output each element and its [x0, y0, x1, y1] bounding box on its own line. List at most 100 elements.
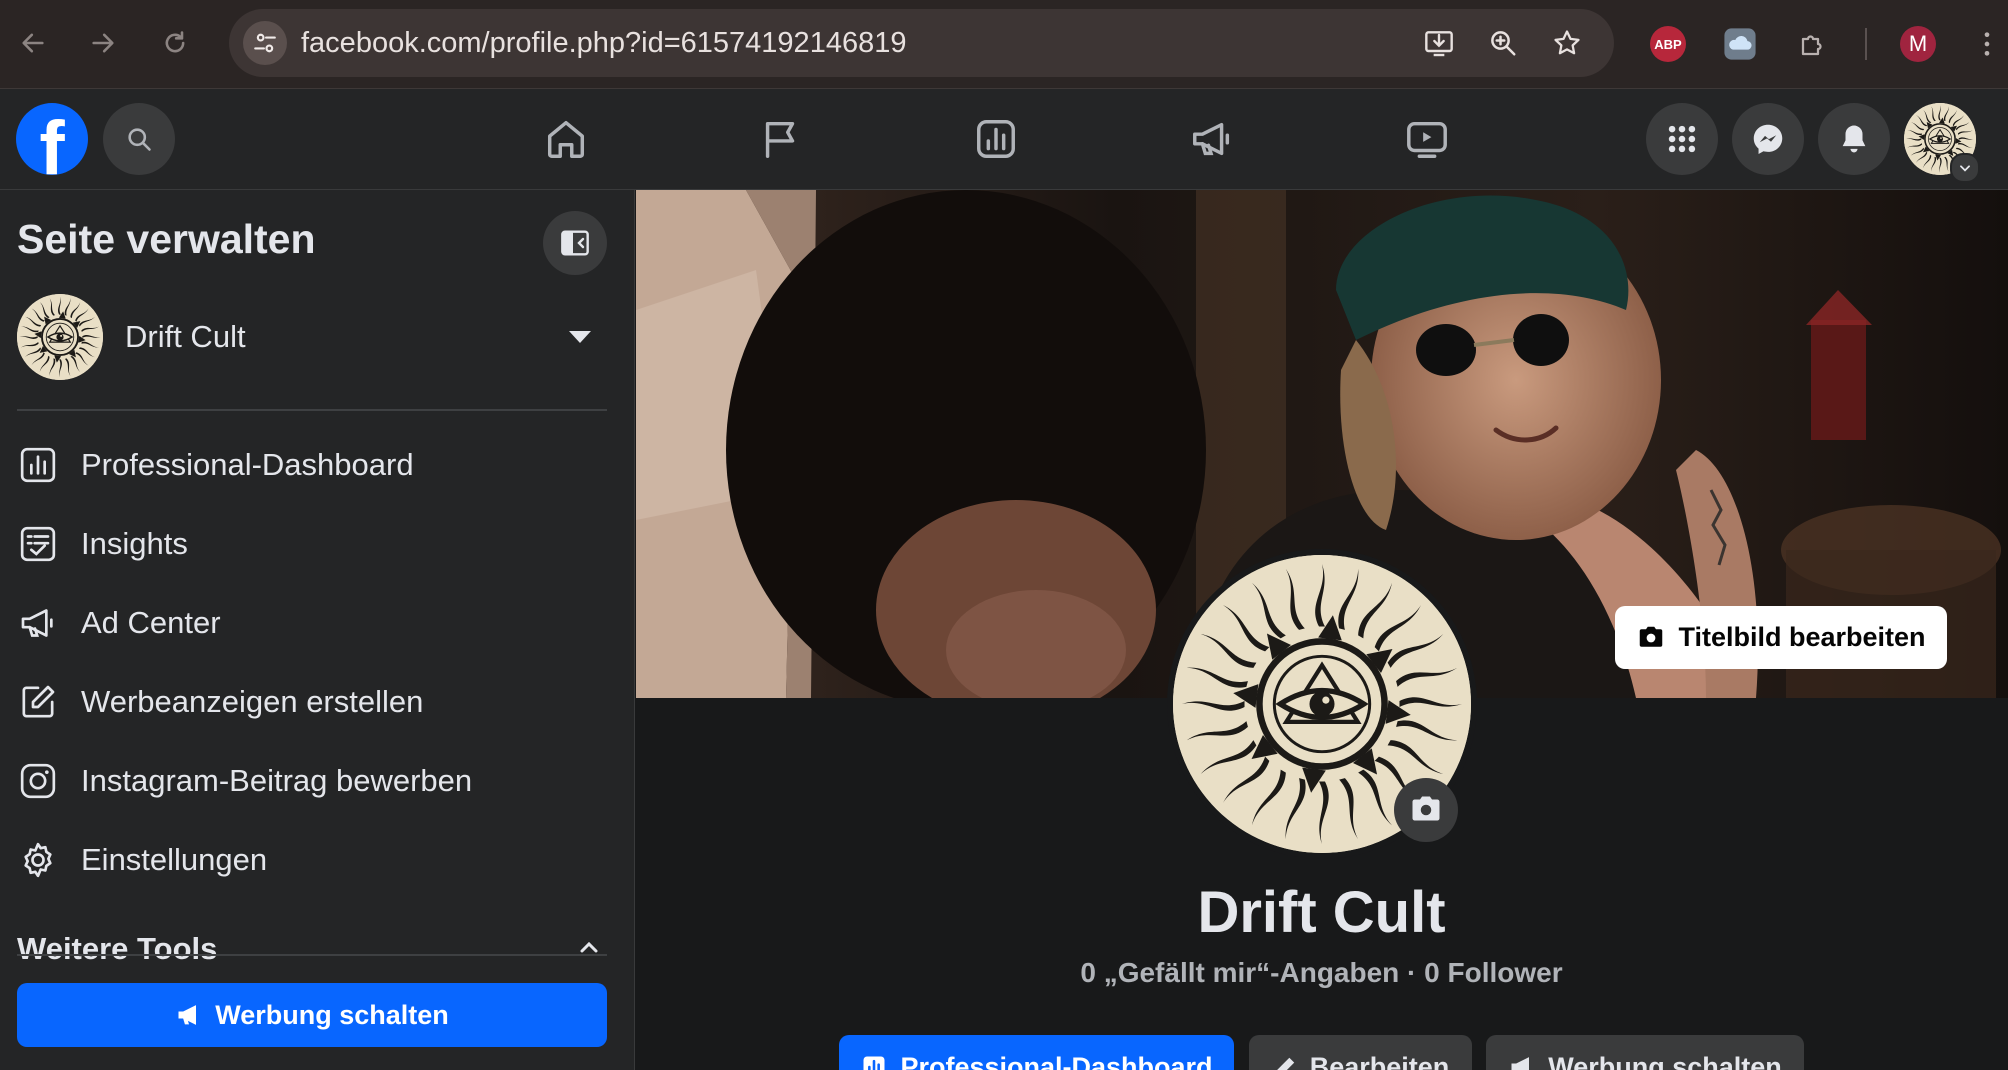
site-info-button[interactable]	[243, 21, 287, 65]
professional-dashboard-label: Professional-Dashboard	[900, 1051, 1213, 1070]
bar-chart-icon	[977, 120, 1015, 158]
more-tools-label: Weitere Tools	[17, 931, 218, 966]
page-title: Drift Cult	[1197, 880, 1446, 945]
notifications-button[interactable]	[1818, 103, 1890, 175]
sidebar-item-label: Insights	[81, 526, 188, 561]
collapse-sidebar-button[interactable]	[543, 211, 607, 275]
arrow-right-icon	[92, 33, 114, 53]
sidebar-item-ad-center[interactable]: Ad Center	[17, 588, 607, 658]
sidebar-item-professional-dashboard[interactable]: Professional-Dashboard	[17, 430, 607, 500]
reload-button[interactable]	[154, 22, 196, 64]
zoom-icon	[1491, 31, 1516, 56]
edit-icon	[22, 685, 55, 718]
pencil-icon	[1276, 1057, 1294, 1070]
home-icon	[547, 120, 585, 158]
promote-button[interactable]: Werbung schalten	[1486, 1035, 1804, 1070]
install-app-button[interactable]	[1422, 26, 1456, 60]
puzzle-icon	[1801, 35, 1822, 56]
likes-followers-count: 0 „Gefällt mir“-Angaben · 0 Follower	[1080, 957, 1563, 988]
sidebar-item-label: Professional-Dashboard	[81, 447, 414, 482]
megaphone-icon	[21, 609, 53, 637]
page-profile-main: Titelbild bearbeiten Drift Cult 0 „Gefäl…	[635, 190, 2008, 1070]
kebab-menu-icon	[1984, 32, 1990, 56]
address-bar[interactable]: facebook.com/profile.php?id=615741921468…	[229, 9, 1614, 77]
messenger-button[interactable]	[1732, 103, 1804, 175]
dashboard-icon	[863, 1056, 885, 1070]
bell-icon	[1842, 125, 1866, 153]
sidebar-item-settings[interactable]: Einstellungen	[17, 825, 607, 895]
chevron-up-icon	[580, 941, 598, 953]
menu-button[interactable]	[1646, 103, 1718, 175]
sun-eye-logo-icon	[17, 294, 103, 380]
cloud-icon	[1724, 28, 1756, 60]
arrow-left-icon	[22, 33, 44, 53]
grid-menu-icon	[1668, 125, 1696, 153]
promote-label: Werbung schalten	[1548, 1051, 1782, 1070]
cloud-extension-button[interactable]	[1722, 26, 1758, 62]
sidebar-item-label: Ad Center	[81, 605, 221, 640]
sidebar-item-create-ads[interactable]: Werbeanzeigen erstellen	[17, 667, 607, 737]
megaphone-icon	[1511, 1057, 1530, 1070]
edit-cover-photo-label: Titelbild bearbeiten	[1678, 622, 1926, 652]
search-button[interactable]	[103, 103, 175, 175]
manage-page-sidebar: Seite verwalten Drift Cult Professional-…	[0, 190, 635, 1070]
page-avatar	[17, 294, 103, 380]
edit-profile-picture-button[interactable]	[1394, 778, 1458, 842]
search-icon	[128, 128, 151, 151]
edit-cover-photo-button[interactable]: Titelbild bearbeiten	[1615, 606, 1947, 669]
reload-icon	[165, 31, 185, 53]
video-icon	[1407, 121, 1447, 158]
sidebar-item-label: Einstellungen	[81, 842, 268, 877]
gear-icon	[24, 842, 52, 878]
bookmark-button[interactable]	[1550, 26, 1584, 60]
megaphone-icon	[178, 1005, 197, 1025]
page-switcher[interactable]: Drift Cult	[17, 294, 607, 380]
camera-icon	[1640, 626, 1663, 647]
url-text[interactable]: facebook.com/profile.php?id=615741921468…	[301, 9, 906, 77]
megaphone-icon	[1193, 122, 1230, 156]
edit-page-label: Bearbeiten	[1309, 1051, 1450, 1070]
sidebar-item-label: Instagram-Beitrag bewerben	[81, 763, 473, 798]
back-button[interactable]	[12, 22, 54, 64]
divider	[17, 409, 607, 411]
divider	[17, 954, 607, 956]
run-ad-button[interactable]: Werbung schalten	[17, 983, 607, 1047]
flag-icon	[765, 121, 795, 158]
page-name: Drift Cult	[125, 319, 246, 354]
adblock-extension-button[interactable]: ABP	[1650, 26, 1686, 62]
facebook-navbar: f	[0, 89, 2008, 190]
facebook-logo[interactable]: f	[16, 103, 88, 187]
sidebar-item-insights[interactable]: Insights	[17, 509, 607, 579]
camera-icon	[1412, 796, 1440, 821]
extensions-button[interactable]	[1795, 26, 1831, 62]
toolbar-divider	[1865, 28, 1867, 60]
tab-insights[interactable]	[966, 109, 1026, 169]
more-tools-section-toggle[interactable]: Weitere Tools	[17, 926, 607, 966]
insights-icon	[20, 526, 56, 562]
sidebar-item-label: Werbeanzeigen erstellen	[81, 684, 424, 719]
run-ad-label: Werbung schalten	[215, 999, 449, 1030]
tune-icon	[254, 33, 276, 53]
forward-button[interactable]	[82, 22, 124, 64]
tab-video[interactable]	[1397, 109, 1457, 169]
zoom-button[interactable]	[1486, 26, 1520, 60]
tab-ads[interactable]	[1182, 109, 1242, 169]
edit-page-button[interactable]: Bearbeiten	[1249, 1035, 1472, 1070]
chevron-down-icon	[1960, 165, 1970, 172]
sidebar-item-instagram-promote[interactable]: Instagram-Beitrag bewerben	[17, 746, 607, 816]
tab-pages[interactable]	[751, 109, 811, 169]
star-icon	[1554, 30, 1580, 55]
messenger-icon	[1753, 124, 1783, 154]
caret-down-icon	[569, 331, 591, 343]
account-menu-chevron[interactable]	[1950, 153, 1980, 183]
browser-toolbar: facebook.com/profile.php?id=615741921468…	[0, 0, 2008, 89]
browser-menu-button[interactable]	[1972, 26, 2002, 62]
dashboard-icon	[20, 447, 56, 483]
instagram-icon	[20, 763, 56, 799]
install-icon	[1425, 31, 1453, 57]
professional-dashboard-button[interactable]: Professional-Dashboard	[839, 1035, 1234, 1070]
sidebar-collapse-icon	[561, 230, 589, 256]
tab-home[interactable]	[536, 109, 596, 169]
browser-profile-button[interactable]: M	[1900, 26, 1936, 62]
sidebar-title: Seite verwalten	[17, 216, 316, 262]
